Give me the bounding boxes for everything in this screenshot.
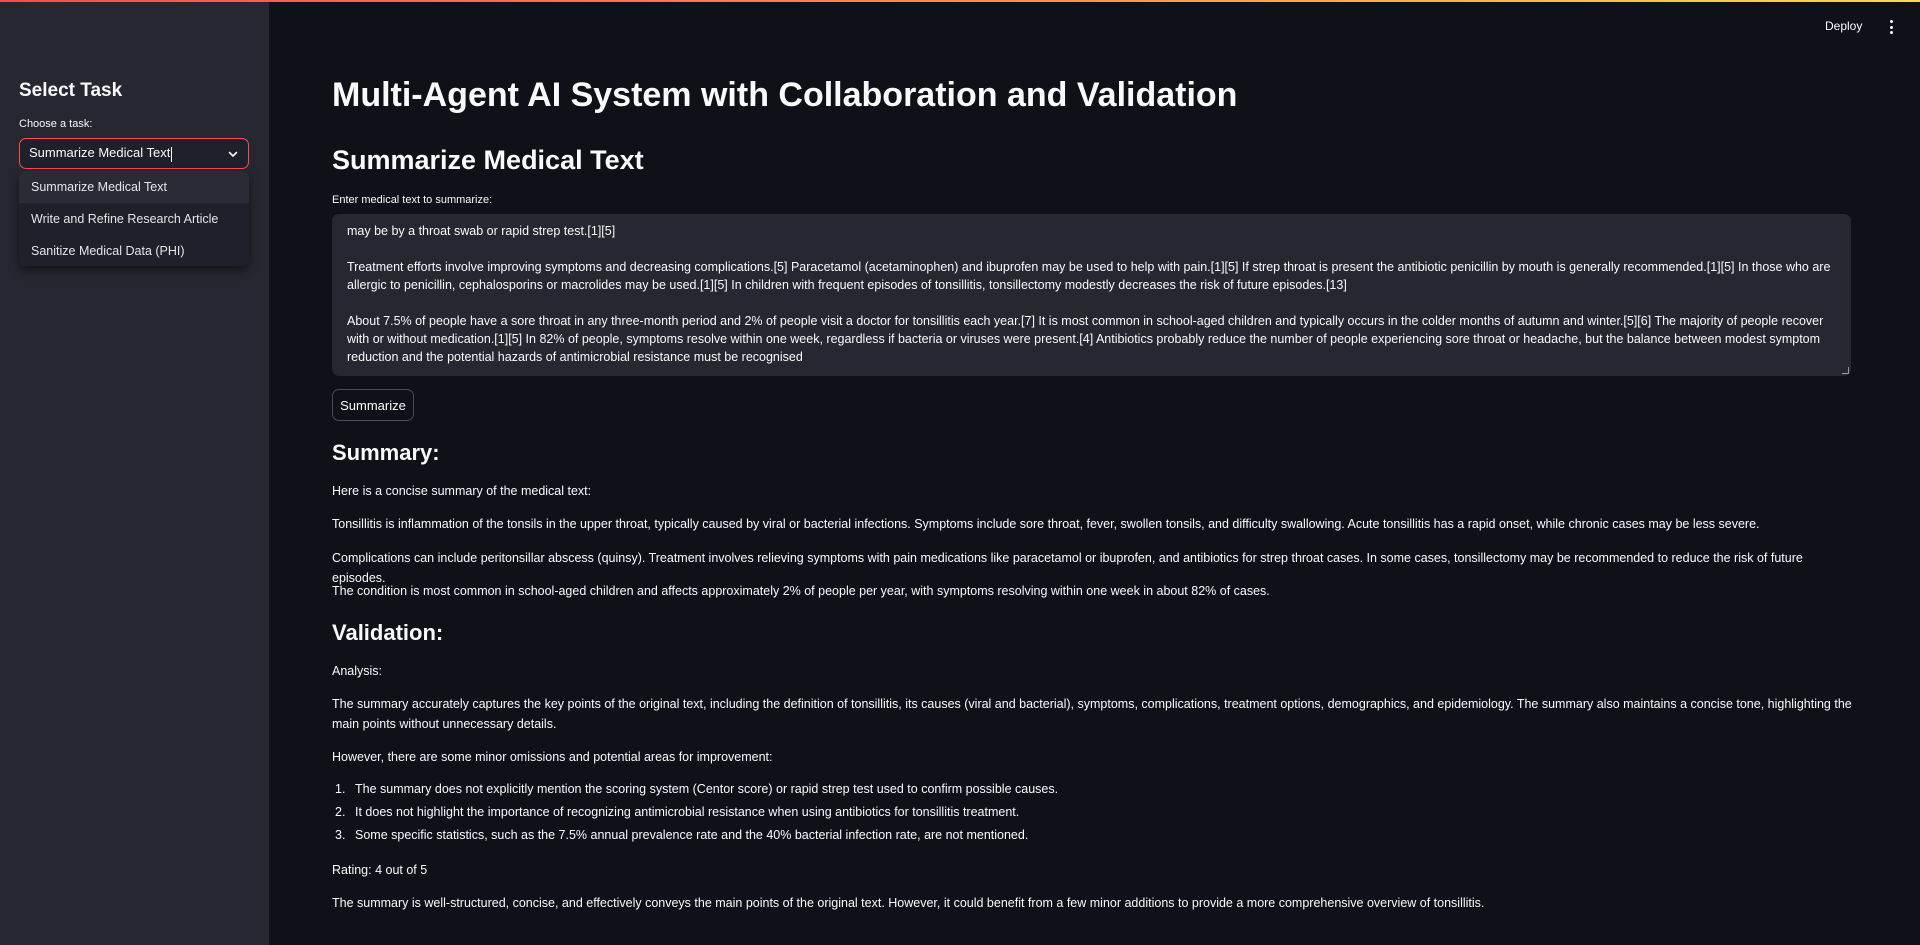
validation-heading: Validation: xyxy=(332,620,444,645)
page-title: Multi-Agent AI System with Collaboration… xyxy=(332,76,1238,114)
omissions-list: 1. The summary does not explicitly mentio… xyxy=(332,778,1832,847)
list-number: 3. xyxy=(335,828,346,842)
task-select-value-text: Summarize Medical Text xyxy=(29,145,171,161)
task-option-sanitize-phi[interactable]: Sanitize Medical Data (PHI) xyxy=(19,235,249,266)
conclusion-text: The summary is well-structured, concise,… xyxy=(332,896,1485,910)
task-option-summarize[interactable]: Summarize Medical Text xyxy=(19,171,249,203)
summary-intro: Here is a concise summary of the medical… xyxy=(332,484,592,498)
summary-paragraph: Tonsillitis is inflammation of the tonsi… xyxy=(332,517,1760,531)
task-select[interactable]: Summarize Medical Text xyxy=(19,138,249,169)
task-select-value[interactable]: Summarize Medical Text xyxy=(29,145,226,162)
textarea-partial-line xyxy=(347,214,1831,222)
list-item: 3. Some specific statistics, such as the … xyxy=(332,824,1832,847)
sidebar: Select Task Choose a task: Summarize Med… xyxy=(0,0,269,945)
list-number: 1. xyxy=(335,782,346,796)
textarea-paragraph: may be by a throat swab or rapid strep t… xyxy=(347,224,616,238)
analysis-label: Analysis: xyxy=(332,664,383,678)
list-item-text: Some specific statistics, such as the 7.… xyxy=(355,828,1029,842)
medical-text-label: Enter medical text to summarize: xyxy=(332,194,493,206)
omissions-intro: However, there are some minor omissions … xyxy=(332,750,773,764)
task-option-research-article[interactable]: Write and Refine Research Article xyxy=(19,203,249,235)
rating-text: Rating: 4 out of 5 xyxy=(332,863,428,877)
list-item-text: The summary does not explicitly mention … xyxy=(355,782,1059,796)
deploy-button[interactable]: Deploy xyxy=(1825,19,1862,33)
medical-text-input[interactable]: may be by a throat swab or rapid strep t… xyxy=(332,214,1851,376)
task-select-label: Choose a task: xyxy=(19,118,93,130)
text-cursor xyxy=(171,146,173,162)
list-item-text: It does not highlight the importance of … xyxy=(355,805,1020,819)
task-heading: Summarize Medical Text xyxy=(332,145,644,175)
task-dropdown-menu: Summarize Medical Text Write and Refine … xyxy=(19,171,249,266)
top-decoration-bar xyxy=(0,0,1920,2)
summary-paragraph: The condition is most common in school-a… xyxy=(332,584,1270,598)
list-number: 2. xyxy=(335,805,346,819)
list-item: 2. It does not highlight the importance o… xyxy=(332,801,1832,824)
kebab-menu-icon[interactable] xyxy=(1885,20,1897,34)
summarize-button[interactable]: Summarize xyxy=(332,389,414,421)
chevron-down-icon[interactable] xyxy=(226,147,240,161)
summary-heading: Summary: xyxy=(332,440,440,465)
analysis-text: The summary accurately captures the key … xyxy=(332,697,1852,731)
resize-handle-icon[interactable] xyxy=(1842,367,1849,374)
list-item: 1. The summary does not explicitly mentio… xyxy=(332,778,1832,801)
textarea-paragraph: Treatment efforts involve improving symp… xyxy=(347,260,1831,292)
textarea-paragraph: About 7.5% of people have a sore throat … xyxy=(347,314,1824,364)
sidebar-title: Select Task xyxy=(19,80,123,101)
